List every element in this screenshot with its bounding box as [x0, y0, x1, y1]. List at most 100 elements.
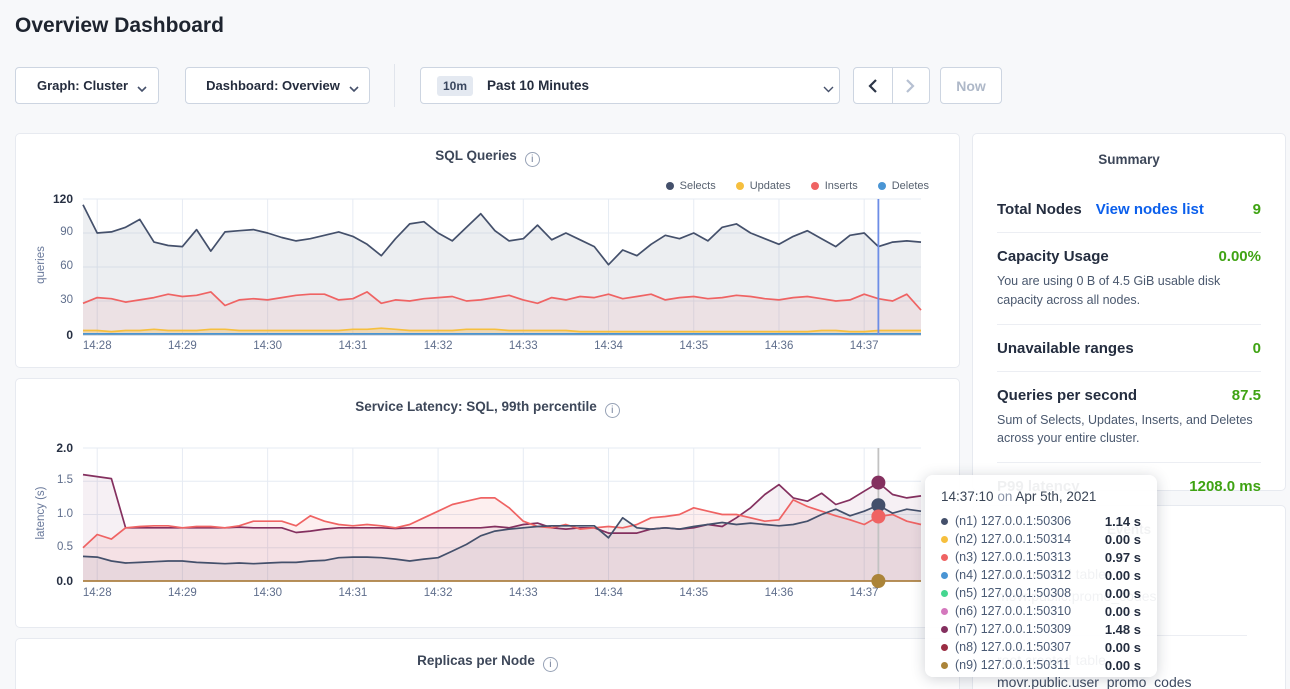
tooltip-node-row: (n1) 127.0.0.1:50306 1.14 s	[941, 512, 1141, 530]
sql-chart-plot[interactable]	[83, 199, 921, 335]
previous-time-button[interactable]	[854, 68, 892, 103]
summary-rows: Total Nodes View nodes list 9 Capacity Usag…	[997, 186, 1261, 509]
x-axis-tick: 14:37	[850, 340, 879, 352]
x-axis-tick: 14:36	[765, 340, 794, 352]
x-axis-tick: 14:37	[850, 587, 879, 599]
node-color-dot-icon	[941, 572, 948, 579]
tooltip-node-label: (n8) 127.0.0.1:50307	[955, 640, 1071, 654]
summary-row-label: Queries per second	[997, 387, 1137, 404]
summary-row-description: Sum of Selects, Updates, Inserts, and De…	[997, 411, 1261, 449]
chart-hover-tooltip: 14:37:10 on Apr 5th, 2021 (n1) 127.0.0.1…	[925, 475, 1157, 677]
legend-label: Deletes	[892, 180, 929, 192]
x-axis-tick: 14:30	[253, 340, 282, 352]
legend-dot-icon	[811, 182, 819, 190]
tooltip-node-row: (n8) 127.0.0.1:50307 0.00 s	[941, 638, 1141, 656]
summary-row-3: Queries per second 87.5 Sum of Selects, Up…	[997, 372, 1261, 464]
overview-dashboard-page: Overview Dashboard Graph: Cluster Dashbo…	[0, 0, 1290, 689]
view-nodes-list-link[interactable]: View nodes list	[1096, 201, 1204, 218]
summary-row-label: Total Nodes	[997, 201, 1082, 218]
node-color-dot-icon	[941, 590, 948, 597]
y-axis-tick: 2.0	[29, 441, 73, 455]
info-icon[interactable]: i	[605, 403, 620, 418]
sql-queries-title: SQL Queriesi	[16, 148, 959, 167]
node-color-dot-icon	[941, 518, 948, 525]
sql-queries-panel: SQL Queriesi Selects Updates Inserts Delete…	[15, 133, 960, 368]
legend-label: Selects	[680, 180, 716, 192]
x-axis-tick: 14:28	[83, 587, 112, 599]
node-color-dot-icon	[941, 644, 948, 651]
y-axis-tick: 90	[29, 226, 73, 238]
tooltip-node-label: (n7) 127.0.0.1:50309	[955, 622, 1071, 636]
replicas-per-node-panel: Replicas per Nodei	[15, 638, 960, 689]
legend-label: Updates	[750, 180, 791, 192]
x-axis-tick: 14:34	[594, 340, 623, 352]
tooltip-node-row: (n4) 127.0.0.1:50312 0.00 s	[941, 566, 1141, 584]
legend-item-updates[interactable]: Updates	[736, 180, 791, 192]
tooltip-node-label: (n4) 127.0.0.1:50312	[955, 568, 1071, 582]
node-color-dot-icon	[941, 626, 948, 633]
summary-row-value: 87.5	[1232, 387, 1261, 404]
y-axis-tick: 120	[29, 192, 73, 206]
tooltip-node-row: (n3) 127.0.0.1:50313 0.97 s	[941, 548, 1141, 566]
legend-item-selects[interactable]: Selects	[666, 180, 716, 192]
dashboard-dropdown[interactable]: Dashboard: Overview	[185, 67, 370, 104]
tooltip-node-value: 0.97 s	[1105, 550, 1141, 565]
tooltip-node-row: (n9) 127.0.0.1:503110.00 s	[941, 656, 1141, 674]
time-step-buttons	[853, 67, 930, 104]
x-axis-tick: 14:31	[338, 340, 367, 352]
summary-row-1: Capacity Usage0.00%You are using 0 B of …	[997, 233, 1261, 325]
legend-item-deletes[interactable]: Deletes	[878, 180, 929, 192]
y-axis-tick: 30	[29, 294, 73, 306]
summary-row-label: Capacity Usage	[997, 248, 1109, 265]
summary-title: Summary	[973, 152, 1285, 167]
tooltip-node-value: 0.00 s	[1105, 586, 1141, 601]
tooltip-node-value: 0.00 s	[1105, 532, 1141, 547]
next-time-button[interactable]	[892, 68, 930, 103]
x-axis-tick: 14:33	[509, 340, 538, 352]
tooltip-node-row: (n5) 127.0.0.1:503080.00 s	[941, 584, 1141, 602]
summary-panel: Summary Total Nodes View nodes list 9 Capac…	[972, 133, 1286, 491]
summary-row-value: 0	[1253, 340, 1261, 357]
chevron-right-icon	[906, 79, 915, 93]
x-axis-tick: 14:33	[509, 587, 538, 599]
y-axis-tick: 0	[29, 328, 73, 342]
service-latency-panel: Service Latency: SQL, 99th percentilei l…	[15, 378, 960, 628]
tooltip-node-row: (n7) 127.0.0.1:50309 1.48 s	[941, 620, 1141, 638]
node-color-dot-icon	[941, 536, 948, 543]
latency-chart-plot[interactable]	[83, 448, 921, 581]
y-axis-tick: 1.5	[29, 474, 73, 486]
time-range-badge: 10m	[437, 76, 473, 96]
x-axis-tick: 14:35	[679, 340, 708, 352]
legend-dot-icon	[666, 182, 674, 190]
y-axis-tick: 0.0	[29, 574, 73, 588]
x-axis-tick: 14:29	[168, 587, 197, 599]
tooltip-node-value: 1.48 s	[1105, 622, 1141, 637]
tooltip-node-value: 0.00 s	[1105, 604, 1141, 619]
info-icon[interactable]: i	[543, 657, 558, 672]
tooltip-node-row: (n2) 127.0.0.1:503140.00 s	[941, 530, 1141, 548]
node-color-dot-icon	[941, 662, 948, 669]
now-button[interactable]: Now	[940, 67, 1002, 104]
tooltip-node-label: (n1) 127.0.0.1:50306	[955, 514, 1071, 528]
summary-row-value: 1208.0 ms	[1189, 478, 1261, 495]
summary-row-value: 9	[1253, 201, 1261, 218]
time-range-selector[interactable]: 10m Past 10 Minutes	[420, 67, 840, 104]
graph-dropdown[interactable]: Graph: Cluster	[15, 67, 159, 104]
x-axis-tick: 14:30	[253, 587, 282, 599]
tooltip-node-value: 0.00 s	[1105, 568, 1141, 583]
x-axis-tick: 14:32	[424, 340, 453, 352]
dashboard-dropdown-label: Dashboard: Overview	[206, 78, 340, 93]
tooltip-node-value: 0.00 s	[1105, 640, 1141, 655]
tooltip-node-value: 1.14 s	[1105, 514, 1141, 529]
y-axis-tick: 60	[29, 260, 73, 272]
now-button-label: Now	[956, 78, 986, 94]
x-axis-tick: 14:29	[168, 340, 197, 352]
info-icon[interactable]: i	[525, 152, 540, 167]
service-latency-title: Service Latency: SQL, 99th percentilei	[16, 399, 959, 418]
summary-row-2: Unavailable ranges0	[997, 325, 1261, 372]
legend-item-inserts[interactable]: Inserts	[811, 180, 858, 192]
node-color-dot-icon	[941, 608, 948, 615]
x-axis-tick: 14:34	[594, 587, 623, 599]
x-axis-tick: 14:36	[765, 587, 794, 599]
tooltip-node-label: (n3) 127.0.0.1:50313	[955, 550, 1071, 564]
